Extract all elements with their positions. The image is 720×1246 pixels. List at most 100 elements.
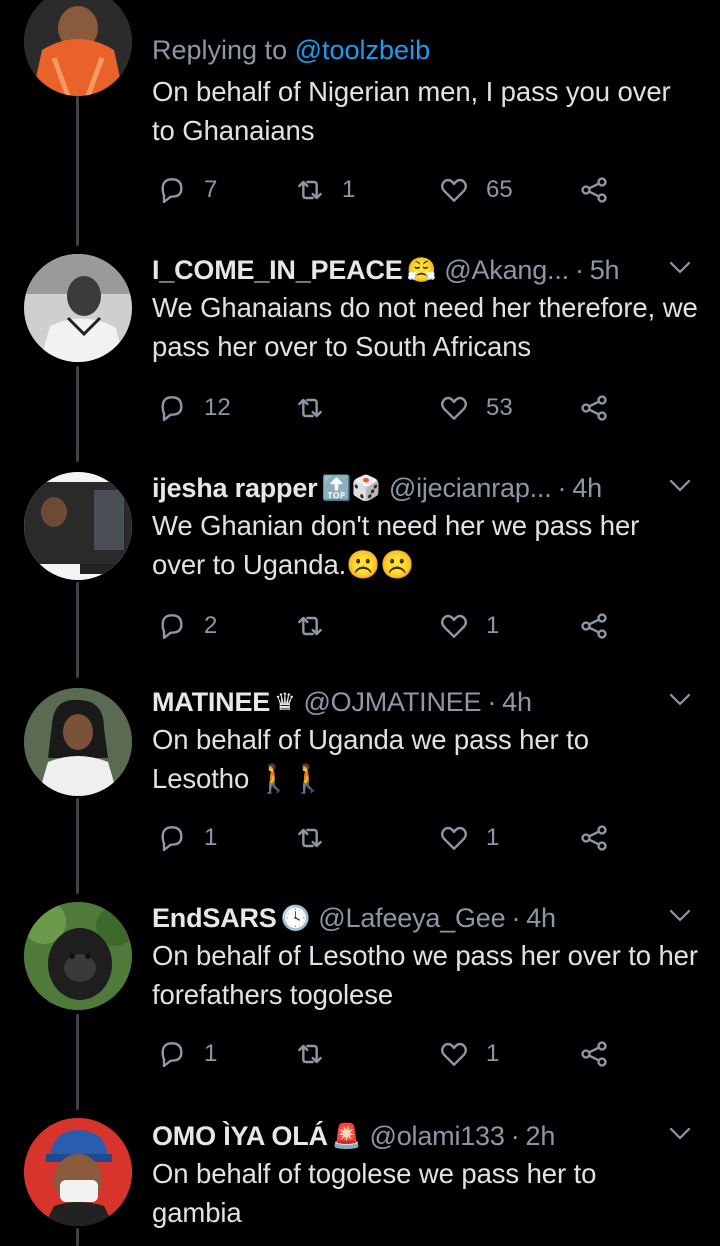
- retweet-button[interactable]: [294, 388, 326, 428]
- retweet-count: 1: [342, 176, 356, 203]
- user-handle[interactable]: @OJMATINEE: [303, 687, 481, 718]
- reply-count: 1: [204, 824, 218, 851]
- separator-dot: ·: [557, 472, 567, 503]
- reply-icon: [161, 826, 183, 852]
- reply-icon: [161, 396, 183, 422]
- tweet-actions: 7 1 65: [152, 170, 622, 210]
- tweet-text: On behalf of Lesotho we pass her over to…: [152, 940, 698, 1010]
- heart-icon: [440, 178, 468, 202]
- tweet-actions: 12 53: [152, 388, 622, 428]
- avatar[interactable]: [24, 0, 132, 96]
- tweet-text: On behalf of Uganda we pass her to Lesot…: [152, 724, 589, 794]
- tweet[interactable]: I_COME_IN_PEACE 😤 @Akang... · 5h We Ghan…: [0, 252, 720, 462]
- separator-dot: ·: [487, 686, 497, 717]
- timestamp[interactable]: 5h: [590, 255, 620, 286]
- tweet-header: I_COME_IN_PEACE 😤 @Akang... · 5h: [152, 252, 700, 288]
- tweet-text: On behalf of togolese we pass her to gam…: [152, 1158, 597, 1228]
- display-name[interactable]: MATINEE: [152, 687, 270, 718]
- like-count: 65: [486, 176, 513, 203]
- timestamp[interactable]: 4h: [502, 687, 532, 718]
- replying-to: Replying to @toolzbeib: [152, 35, 431, 65]
- tweet-text: We Ghanian don't need her we pass her ov…: [152, 510, 640, 580]
- tweet-text: We Ghanaians do not need her therefore, …: [152, 292, 698, 362]
- reply-icon: [161, 614, 183, 640]
- chevron-down-icon[interactable]: [668, 258, 692, 278]
- name-emoji: ♛: [274, 688, 296, 716]
- share-button[interactable]: [578, 170, 610, 210]
- like-count: 1: [486, 1040, 500, 1067]
- like-count: 53: [486, 394, 513, 421]
- share-button[interactable]: [578, 1034, 610, 1074]
- retweet-button[interactable]: 1: [294, 170, 355, 210]
- reply-button[interactable]: 2: [156, 606, 217, 646]
- chevron-down-icon[interactable]: [668, 1124, 692, 1144]
- avatar[interactable]: [24, 902, 132, 1010]
- reply-button[interactable]: 1: [156, 818, 217, 858]
- name-emoji: 😤: [406, 256, 437, 284]
- like-button[interactable]: 65: [438, 170, 513, 210]
- like-button[interactable]: 1: [438, 818, 499, 858]
- like-button[interactable]: 1: [438, 606, 499, 646]
- tweet[interactable]: ijesha rapper 🔝🎲 @ijecianrap... · 4h We …: [0, 470, 720, 680]
- user-handle[interactable]: @ijecianrap...: [389, 473, 552, 504]
- retweet-button[interactable]: [294, 1034, 326, 1074]
- reply-mention-link[interactable]: @toolzbeib: [295, 35, 431, 65]
- share-button[interactable]: [578, 818, 610, 858]
- reply-count: 12: [204, 394, 231, 421]
- avatar[interactable]: [24, 472, 132, 580]
- retweet-button[interactable]: [294, 818, 326, 858]
- separator-dot: ·: [510, 1120, 520, 1151]
- like-count: 1: [486, 824, 500, 851]
- timestamp[interactable]: 4h: [526, 903, 556, 934]
- avatar[interactable]: [24, 688, 132, 796]
- share-icon: [581, 825, 607, 851]
- user-handle[interactable]: @Lafeeya_Gee: [318, 903, 505, 934]
- retweet-icon: [298, 616, 322, 636]
- reply-count: 2: [204, 612, 218, 639]
- name-emoji: 🚨: [331, 1122, 362, 1150]
- display-name[interactable]: ijesha rapper: [152, 473, 318, 504]
- separator-dot: ·: [574, 254, 584, 285]
- separator-dot: ·: [511, 902, 521, 933]
- display-name[interactable]: OMO ÌYA OLÁ: [152, 1121, 328, 1152]
- reply-button[interactable]: 12: [156, 388, 231, 428]
- avatar[interactable]: [24, 1118, 132, 1226]
- chevron-down-icon[interactable]: [668, 476, 692, 496]
- share-icon: [581, 395, 607, 421]
- like-button[interactable]: 53: [438, 388, 513, 428]
- like-count: 1: [486, 612, 500, 639]
- timestamp[interactable]: 4h: [572, 473, 602, 504]
- avatar[interactable]: [24, 254, 132, 362]
- share-button[interactable]: [578, 606, 610, 646]
- reply-button[interactable]: 7: [156, 170, 217, 210]
- user-handle[interactable]: @olami133: [370, 1121, 505, 1152]
- reply-thread: Replying to @toolzbeib On behalf of Nige…: [0, 0, 720, 1246]
- heart-icon: [440, 826, 468, 850]
- chevron-down-icon[interactable]: [668, 690, 692, 710]
- user-handle[interactable]: @Akang...: [444, 255, 569, 286]
- reply-icon: [161, 1042, 183, 1068]
- tweet-actions: 1 1: [152, 1034, 622, 1074]
- like-button[interactable]: 1: [438, 1034, 499, 1074]
- tweet[interactable]: Replying to @toolzbeib On behalf of Nige…: [0, 0, 720, 230]
- retweet-button[interactable]: [294, 606, 326, 646]
- share-button[interactable]: [578, 388, 610, 428]
- tweet-header: OMO ÌYA OLÁ 🚨 @olami133 · 2h: [152, 1118, 700, 1154]
- heart-icon: [440, 1042, 468, 1066]
- timestamp[interactable]: 2h: [526, 1121, 556, 1152]
- tweet-header: ijesha rapper 🔝🎲 @ijecianrap... · 4h: [152, 470, 700, 506]
- tweet[interactable]: OMO ÌYA OLÁ 🚨 @olami133 · 2h On behalf o…: [0, 1118, 720, 1246]
- tweet-text: On behalf of Nigerian men, I pass you ov…: [152, 76, 671, 146]
- reply-button[interactable]: 1: [156, 1034, 217, 1074]
- tweet[interactable]: MATINEE ♛ @OJMATINEE · 4h On behalf of U…: [0, 684, 720, 894]
- heart-icon: [440, 396, 468, 420]
- name-emoji: 🔝🎲: [321, 474, 381, 502]
- retweet-icon: [298, 1044, 322, 1064]
- display-name[interactable]: I_COME_IN_PEACE: [152, 255, 403, 286]
- display-name[interactable]: EndSARS: [152, 903, 277, 934]
- chevron-down-icon[interactable]: [668, 906, 692, 926]
- share-icon: [581, 177, 607, 203]
- tweet[interactable]: EndSARS 🕓 @Lafeeya_Gee · 4h On behalf of…: [0, 900, 720, 1110]
- reply-icon: [161, 178, 183, 204]
- tweet-actions: 2 1: [152, 606, 622, 646]
